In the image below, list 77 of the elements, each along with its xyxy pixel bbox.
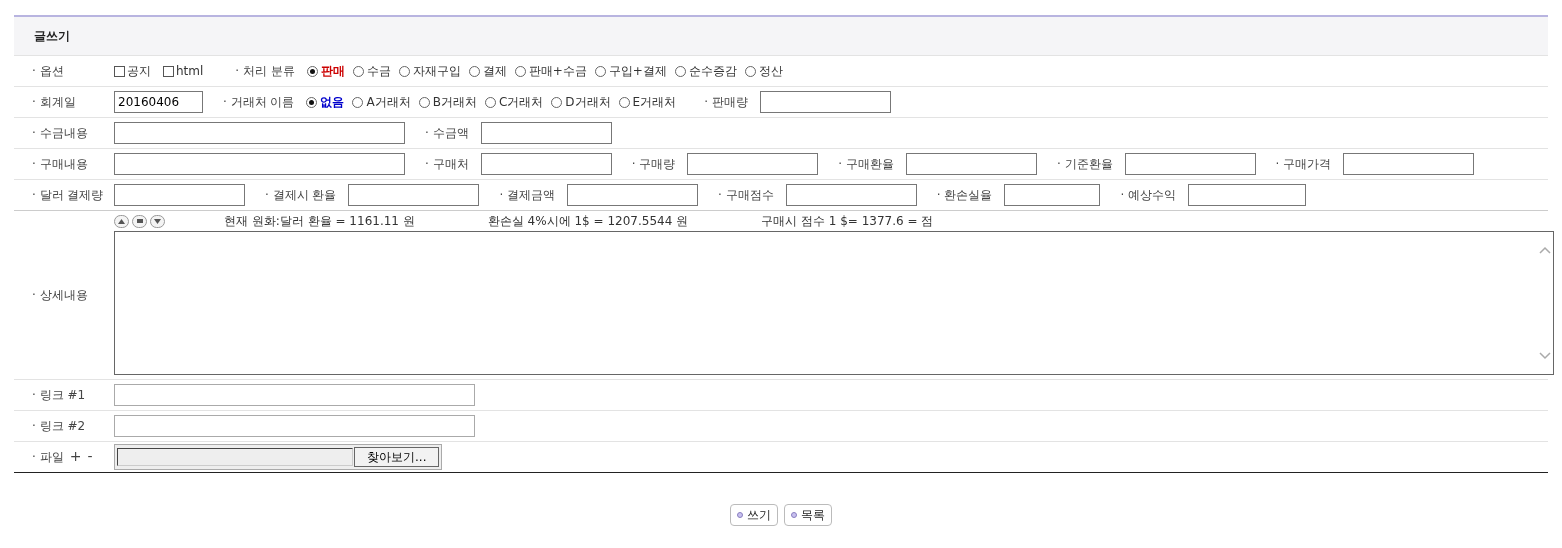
input-field[interactable] xyxy=(1343,153,1475,175)
input-field[interactable] xyxy=(785,184,917,206)
checkbox[interactable]: html xyxy=(163,64,204,78)
row-label: · 링크 #2 xyxy=(31,417,87,435)
row-label: · 상세내용 xyxy=(31,286,89,304)
field-label: · 기준환율 xyxy=(1056,155,1113,173)
checkbox[interactable]: 공지 xyxy=(114,62,151,80)
radio-button[interactable]: 결제 xyxy=(468,62,507,80)
chevron-down-icon[interactable] xyxy=(1539,352,1551,360)
input-field[interactable] xyxy=(114,415,475,437)
input-field[interactable] xyxy=(348,184,480,206)
input-field[interactable] xyxy=(114,184,245,206)
form-title: 글쓰기 xyxy=(34,27,70,45)
add-link[interactable]: + xyxy=(69,448,82,464)
rate-note: 환손실 4%시에 1$ = 1207.5544 원 xyxy=(487,212,689,230)
input-field[interactable] xyxy=(567,184,699,206)
field-label: · 결제시 환율 xyxy=(265,186,337,204)
input-field[interactable] xyxy=(1004,184,1101,206)
file-field[interactable]: 찾아보기... xyxy=(114,444,443,470)
form-button[interactable]: 목록 xyxy=(784,504,832,526)
row-label: · 옵션 xyxy=(31,62,65,80)
radio-button[interactable]: B거래처 xyxy=(418,93,477,111)
field-label: · 예상수익 xyxy=(1120,186,1176,204)
bar-icon xyxy=(136,219,143,223)
rate-note: 현재 원화:달러 환율 = 1161.11 원 xyxy=(224,212,415,230)
input-field[interactable] xyxy=(114,122,405,144)
rate-note: 구매시 점수 1 $= 1377.6 = 점 xyxy=(761,212,934,230)
field-label: · 구매가격 xyxy=(1275,155,1332,173)
field-label: · 결제금액 xyxy=(499,186,556,204)
chevron-up-icon[interactable] xyxy=(1539,246,1551,254)
radio-button[interactable]: 순수증감 xyxy=(674,62,737,80)
browse-button[interactable]: 찾아보기... xyxy=(354,447,440,467)
bullet-icon xyxy=(737,512,743,518)
input-field[interactable] xyxy=(1124,153,1256,175)
radio-button[interactable]: 판매+수금 xyxy=(514,62,587,80)
field-label: · 환손실율 xyxy=(936,186,993,204)
field-label: · 처리 분류 xyxy=(235,62,295,80)
input-field[interactable]: 20160406 xyxy=(114,91,203,113)
row-label: · 회계일 xyxy=(31,93,77,111)
row-label: · 달러 결제량 xyxy=(31,186,105,204)
field-label: · 구매량 xyxy=(631,155,676,173)
input-field[interactable] xyxy=(480,153,612,175)
input-field[interactable] xyxy=(905,153,1037,175)
triangle-down-icon xyxy=(154,218,161,224)
radio-button[interactable]: A거래처 xyxy=(352,93,411,111)
field-label: · 구매점수 xyxy=(718,186,774,204)
row-label: · 구매내용 xyxy=(31,155,89,173)
radio-button[interactable]: 없음 xyxy=(306,93,345,111)
radio-button[interactable]: 정산 xyxy=(744,62,783,80)
field-label: · 판매량 xyxy=(704,93,748,111)
field-label: · 거래처 이름 xyxy=(223,93,295,111)
radio-button[interactable]: 구입+결제 xyxy=(594,62,667,80)
reset-button[interactable] xyxy=(132,214,147,228)
row-label: · 링크 #1 xyxy=(31,386,87,404)
radio-button[interactable]: C거래처 xyxy=(484,93,544,111)
input-field[interactable] xyxy=(114,153,405,175)
field-label: · 수금액 xyxy=(425,124,469,142)
up-button[interactable] xyxy=(114,214,129,228)
field-label: · 구매처 xyxy=(425,155,469,173)
field-label: · 구매환율 xyxy=(838,155,894,173)
input-field[interactable] xyxy=(687,153,819,175)
row-label: · 파일 xyxy=(32,450,64,464)
triangle-up-icon xyxy=(118,218,125,224)
input-field[interactable] xyxy=(1188,184,1306,206)
down-button[interactable] xyxy=(150,214,165,228)
row-label: · 수금내용 xyxy=(31,124,89,142)
radio-button[interactable]: 자재구입 xyxy=(398,62,461,80)
radio-button[interactable]: 판매 xyxy=(306,62,345,80)
radio-button[interactable]: E거래처 xyxy=(618,93,677,111)
input-field[interactable] xyxy=(759,91,891,113)
remove-link[interactable]: - xyxy=(87,448,93,464)
radio-button[interactable]: D거래처 xyxy=(551,93,611,111)
input-field[interactable] xyxy=(480,122,612,144)
form-button[interactable]: 쓰기 xyxy=(730,504,778,526)
bullet-icon xyxy=(791,512,797,518)
input-field[interactable] xyxy=(114,384,475,406)
radio-button[interactable]: 수금 xyxy=(352,62,391,80)
